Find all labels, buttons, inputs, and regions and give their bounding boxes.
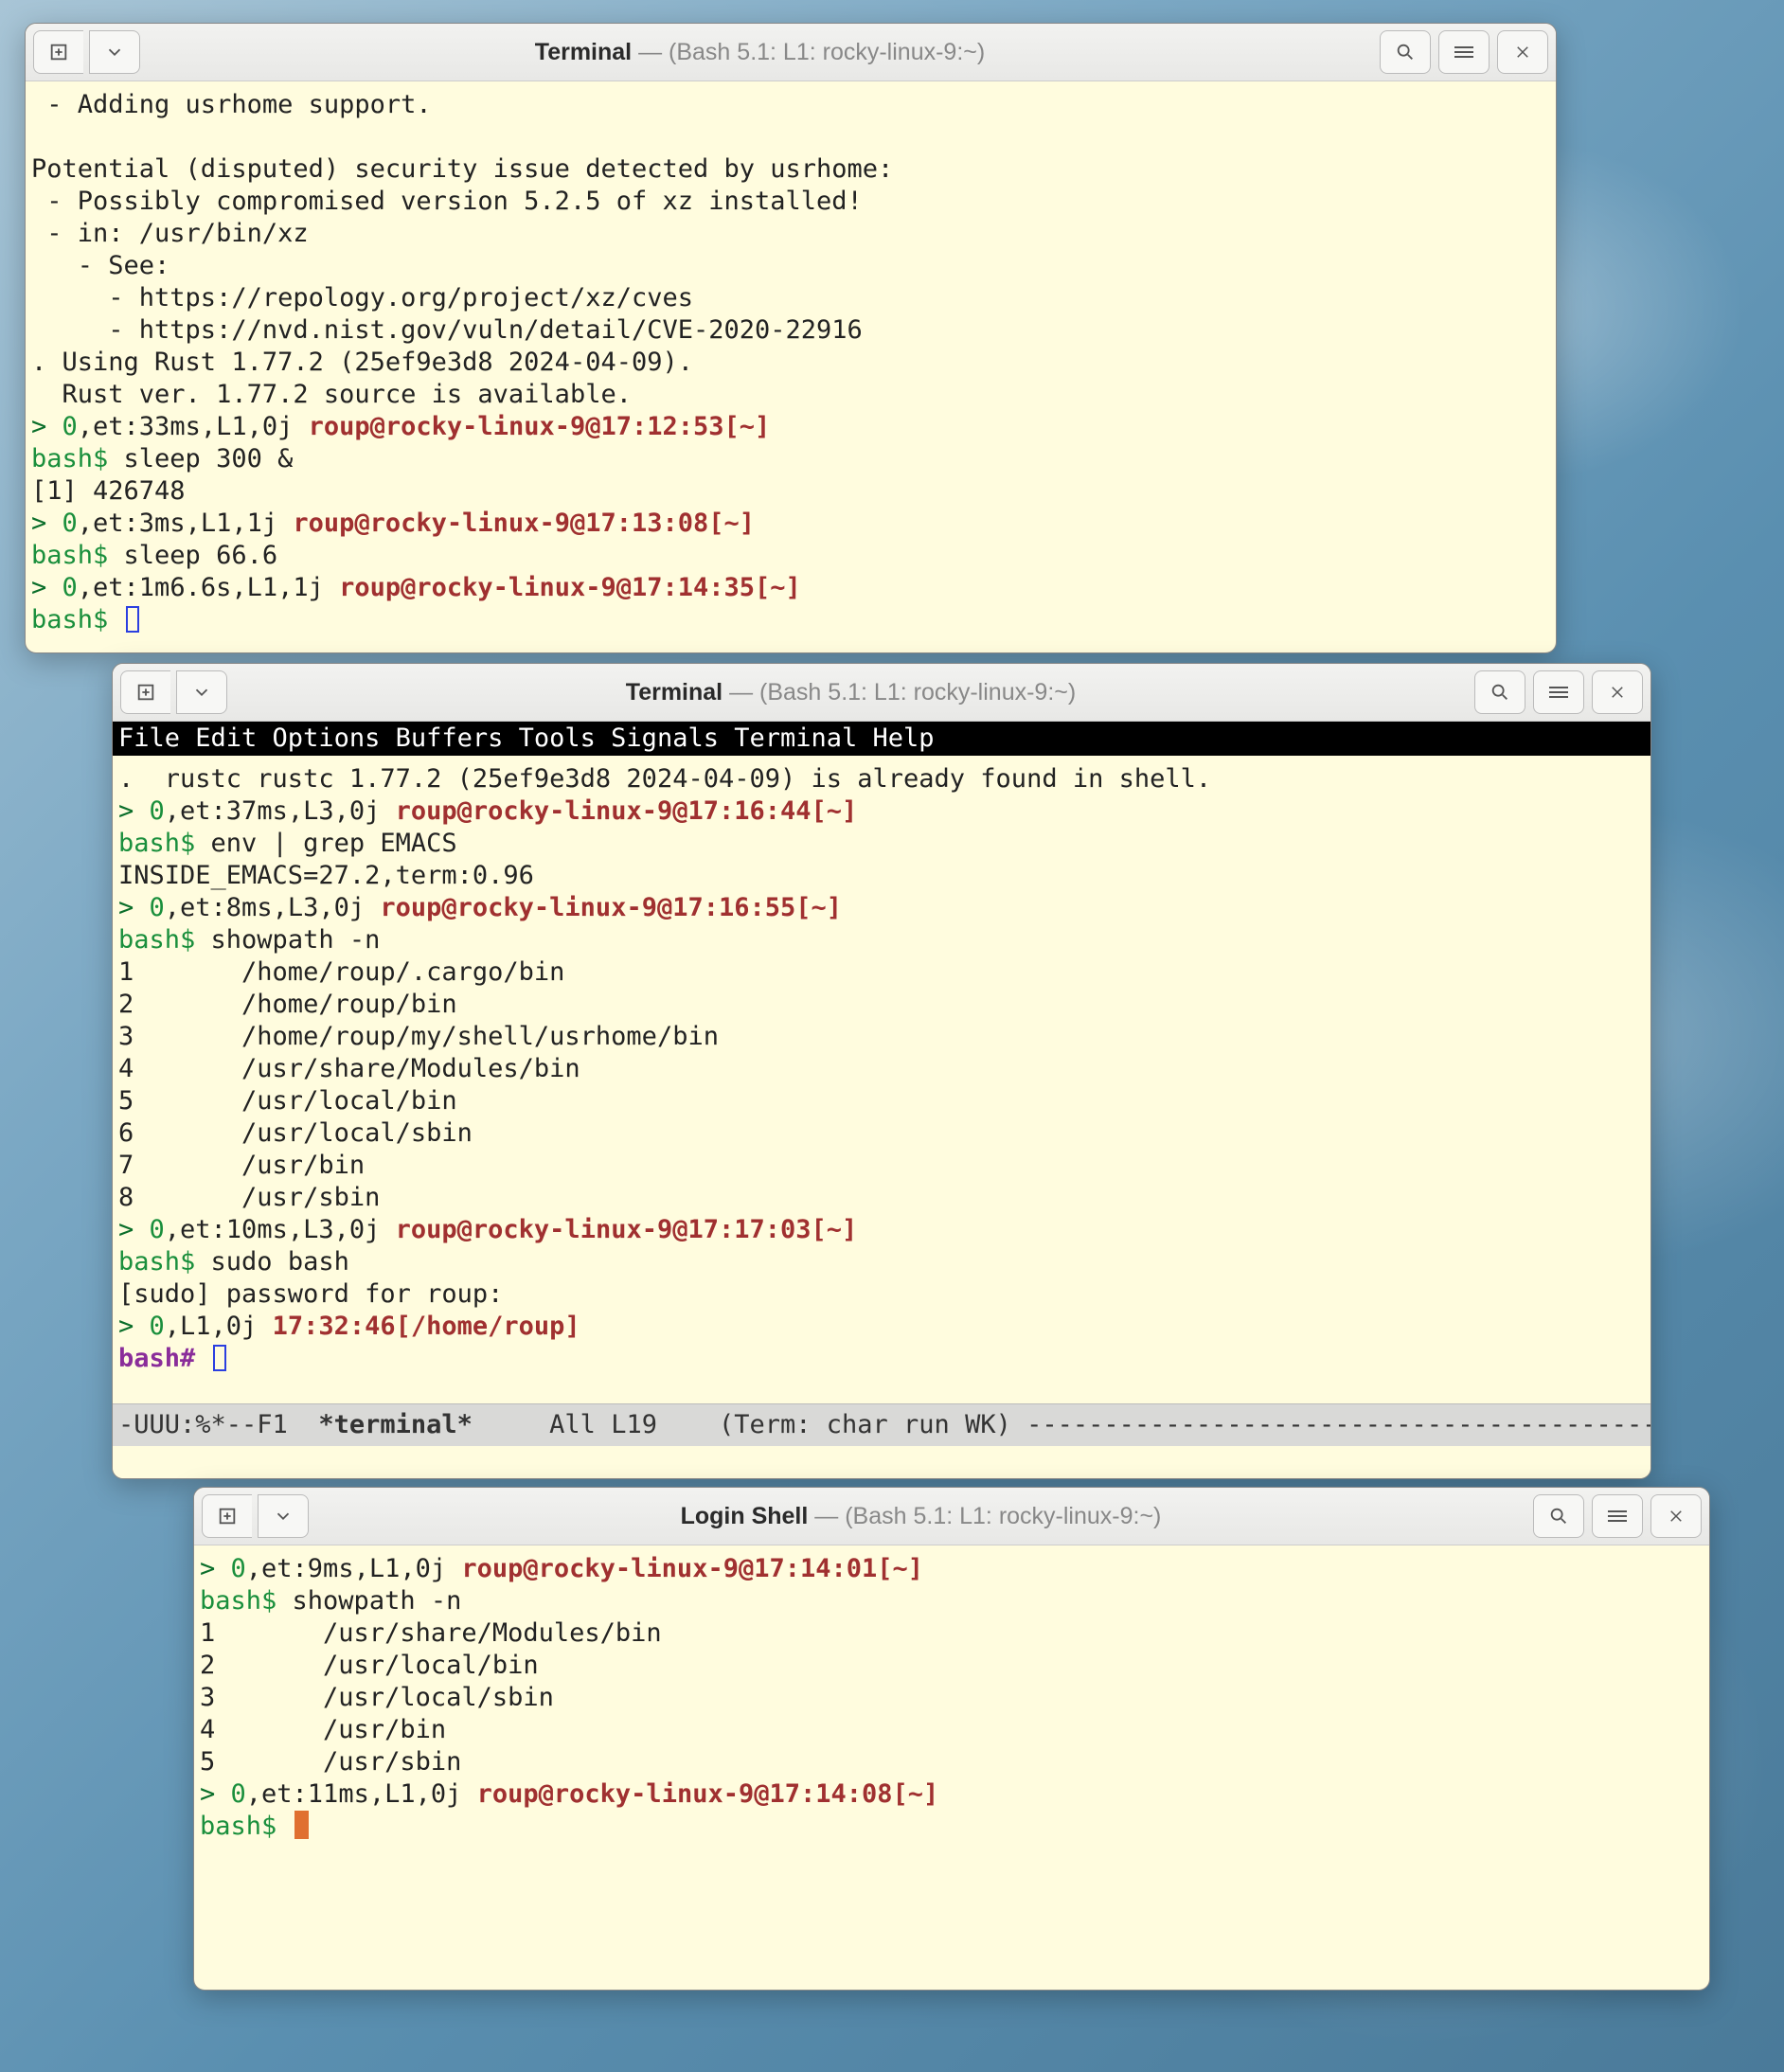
cursor bbox=[213, 1345, 226, 1371]
hamburger-icon bbox=[1454, 44, 1473, 61]
tab-menu-button[interactable] bbox=[176, 670, 227, 714]
search-button[interactable] bbox=[1380, 30, 1431, 74]
window-title: Terminal — (Bash 5.1: L1: rocky-linux-9:… bbox=[227, 679, 1474, 706]
terminal-output[interactable]: > 0,et:9ms,L1,0j roup@rocky-linux-9@17:1… bbox=[194, 1545, 1709, 1990]
terminal-output[interactable]: . rustc rustc 1.77.2 (25ef9e3d8 2024-04-… bbox=[113, 756, 1650, 1403]
terminal-output[interactable]: - Adding usrhome support. Potential (dis… bbox=[26, 81, 1556, 652]
close-icon bbox=[1609, 684, 1626, 701]
new-tab-icon bbox=[48, 42, 69, 63]
hamburger-icon bbox=[1608, 1508, 1627, 1525]
emacs-modeline: -UUU:%*--F1 *terminal* All L19 (Term: ch… bbox=[113, 1403, 1650, 1446]
chevron-down-icon bbox=[104, 42, 125, 63]
new-tab-icon bbox=[135, 682, 156, 703]
titlebar[interactable]: Terminal — (Bash 5.1: L1: rocky-linux-9:… bbox=[113, 664, 1650, 722]
terminal-window-2[interactable]: Terminal — (Bash 5.1: L1: rocky-linux-9:… bbox=[112, 663, 1651, 1479]
new-tab-button[interactable] bbox=[33, 30, 83, 74]
chevron-down-icon bbox=[273, 1506, 294, 1527]
close-button[interactable] bbox=[1650, 1494, 1702, 1538]
emacs-minibuffer[interactable] bbox=[113, 1446, 1650, 1478]
hamburger-menu-button[interactable] bbox=[1592, 1494, 1643, 1538]
window-title: Terminal — (Bash 5.1: L1: rocky-linux-9:… bbox=[140, 39, 1380, 66]
search-icon bbox=[1395, 42, 1416, 63]
tab-menu-button[interactable] bbox=[258, 1494, 309, 1538]
terminal-window-1[interactable]: Terminal — (Bash 5.1: L1: rocky-linux-9:… bbox=[25, 23, 1557, 653]
new-tab-button[interactable] bbox=[120, 670, 170, 714]
cursor bbox=[126, 606, 139, 633]
close-button[interactable] bbox=[1592, 670, 1643, 714]
window-title: Login Shell — (Bash 5.1: L1: rocky-linux… bbox=[309, 1503, 1533, 1530]
cursor bbox=[294, 1811, 309, 1839]
emacs-menu-bar[interactable]: File Edit Options Buffers Tools Signals … bbox=[113, 722, 1650, 756]
search-icon bbox=[1490, 682, 1510, 703]
tab-menu-button[interactable] bbox=[89, 30, 140, 74]
hamburger-menu-button[interactable] bbox=[1533, 670, 1584, 714]
terminal-window-3[interactable]: Login Shell — (Bash 5.1: L1: rocky-linux… bbox=[193, 1487, 1710, 1991]
new-tab-button[interactable] bbox=[202, 1494, 252, 1538]
close-button[interactable] bbox=[1497, 30, 1548, 74]
new-tab-icon bbox=[217, 1506, 238, 1527]
close-icon bbox=[1668, 1508, 1685, 1525]
chevron-down-icon bbox=[191, 682, 212, 703]
titlebar[interactable]: Login Shell — (Bash 5.1: L1: rocky-linux… bbox=[194, 1488, 1709, 1545]
close-icon bbox=[1514, 44, 1531, 61]
hamburger-icon bbox=[1549, 684, 1568, 701]
search-button[interactable] bbox=[1533, 1494, 1584, 1538]
hamburger-menu-button[interactable] bbox=[1438, 30, 1490, 74]
search-icon bbox=[1548, 1506, 1569, 1527]
search-button[interactable] bbox=[1474, 670, 1525, 714]
titlebar[interactable]: Terminal — (Bash 5.1: L1: rocky-linux-9:… bbox=[26, 24, 1556, 81]
